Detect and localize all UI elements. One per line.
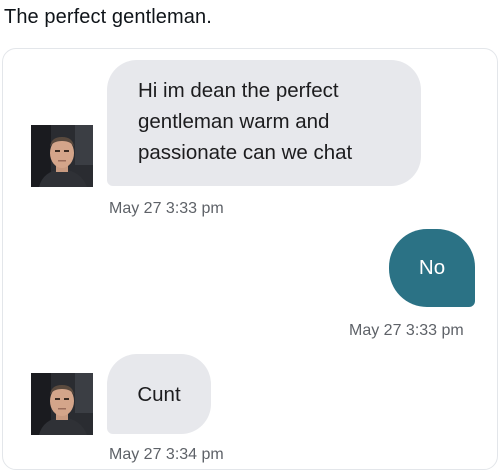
message-bubble-incoming[interactable]: Cunt <box>107 354 211 434</box>
message-line: Hi im dean the perfect <box>138 79 339 102</box>
message-line: gentleman warm and <box>138 110 330 133</box>
message-timestamp: May 27 3:34 pm <box>109 446 224 463</box>
message-bubble-outgoing[interactable]: No <box>389 229 475 307</box>
post-page: The perfect gentleman. Hi im dean the pe… <box>0 0 500 470</box>
message-timestamp: May 27 3:33 pm <box>109 200 224 217</box>
message-bubble-incoming[interactable]: Hi im dean the perfect gentleman warm an… <box>107 60 421 186</box>
sender-avatar[interactable] <box>31 125 93 187</box>
message-text: No <box>418 256 446 279</box>
chat-screenshot: Hi im dean the perfect gentleman warm an… <box>2 48 498 470</box>
message-timestamp: May 27 3:33 pm <box>349 322 464 339</box>
message-text: Cunt <box>137 382 181 406</box>
message-line: passionate can we chat <box>138 141 353 164</box>
sender-avatar[interactable] <box>31 373 93 435</box>
post-caption: The perfect gentleman. <box>4 6 212 28</box>
